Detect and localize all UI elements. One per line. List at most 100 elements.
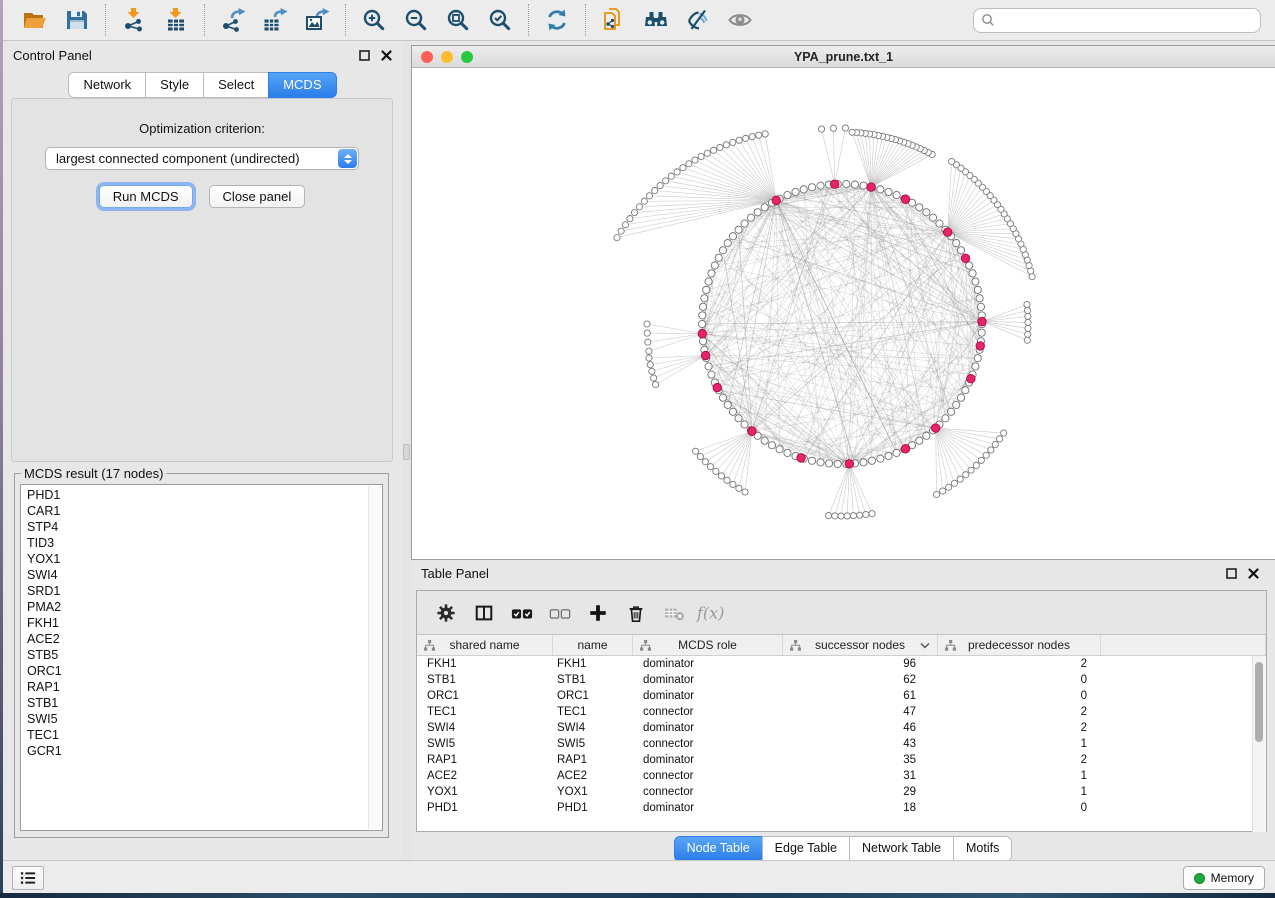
network-node[interactable] bbox=[1024, 307, 1030, 313]
close-icon[interactable] bbox=[1248, 568, 1259, 579]
network-node[interactable] bbox=[834, 460, 841, 467]
network-hub-node[interactable] bbox=[748, 427, 756, 435]
network-hub-node[interactable] bbox=[701, 351, 709, 359]
network-node[interactable] bbox=[877, 455, 884, 462]
network-node[interactable] bbox=[969, 270, 976, 277]
network-node[interactable] bbox=[1001, 430, 1007, 436]
network-node[interactable] bbox=[885, 452, 892, 459]
mcds-result-item[interactable]: TEC1 bbox=[27, 727, 366, 743]
network-node[interactable] bbox=[953, 240, 960, 247]
network-hub-node[interactable] bbox=[967, 375, 975, 383]
table-settings-button[interactable] bbox=[427, 594, 465, 632]
network-node[interactable] bbox=[768, 442, 775, 449]
network-node[interactable] bbox=[704, 150, 710, 156]
network-node[interactable] bbox=[647, 362, 653, 368]
tab-node-table[interactable]: Node Table bbox=[674, 836, 763, 862]
network-node[interactable] bbox=[850, 513, 856, 519]
mcds-result-list[interactable]: PHD1CAR1STP4TID3YOX1SWI4SRD1PMA2FKH1ACE2… bbox=[20, 484, 383, 831]
mcds-result-item[interactable]: ORC1 bbox=[27, 663, 366, 679]
network-hub-node[interactable] bbox=[713, 383, 721, 391]
network-hub-node[interactable] bbox=[830, 180, 838, 188]
select-all-rows-button[interactable] bbox=[503, 594, 541, 632]
network-node[interactable] bbox=[973, 462, 979, 468]
network-node[interactable] bbox=[631, 210, 637, 216]
network-node[interactable] bbox=[718, 473, 724, 479]
network-node[interactable] bbox=[923, 209, 930, 216]
network-node[interactable] bbox=[761, 204, 768, 211]
network-node[interactable] bbox=[708, 270, 715, 277]
network-node[interactable] bbox=[949, 158, 955, 164]
network-node[interactable] bbox=[976, 295, 983, 302]
network-node[interactable] bbox=[974, 286, 981, 293]
network-node[interactable] bbox=[699, 303, 706, 310]
split-pane-grip[interactable] bbox=[403, 444, 410, 460]
network-node[interactable] bbox=[708, 371, 715, 378]
network-node[interactable] bbox=[929, 214, 936, 221]
network-node[interactable] bbox=[978, 457, 984, 463]
network-node[interactable] bbox=[885, 188, 892, 195]
network-node[interactable] bbox=[762, 131, 768, 137]
network-node[interactable] bbox=[877, 186, 884, 193]
tab-motifs[interactable]: Motifs bbox=[953, 836, 1012, 862]
network-node[interactable] bbox=[724, 240, 731, 247]
optimization-criterion-select[interactable]: largest connected component (undirected) bbox=[45, 147, 359, 170]
open-session-button[interactable] bbox=[14, 2, 56, 38]
network-node[interactable] bbox=[699, 338, 706, 345]
network-node[interactable] bbox=[724, 477, 730, 483]
network-node[interactable] bbox=[966, 262, 973, 269]
import-table-button[interactable] bbox=[155, 2, 197, 38]
tab-edge-table[interactable]: Edge Table bbox=[762, 836, 850, 862]
network-node[interactable] bbox=[703, 286, 710, 293]
table-row[interactable]: SWI4SWI4dominator462 bbox=[417, 720, 1266, 736]
network-node[interactable] bbox=[825, 460, 832, 467]
network-node[interactable] bbox=[808, 184, 815, 191]
network-node[interactable] bbox=[947, 408, 954, 415]
network-node[interactable] bbox=[756, 132, 762, 138]
network-node[interactable] bbox=[784, 191, 791, 198]
float-window-icon[interactable] bbox=[1226, 568, 1237, 579]
network-node[interactable] bbox=[951, 480, 957, 486]
network-node[interactable] bbox=[724, 401, 731, 408]
tab-network-table[interactable]: Network Table bbox=[849, 836, 954, 862]
network-node[interactable] bbox=[817, 459, 824, 466]
network-node[interactable] bbox=[893, 191, 900, 198]
network-hub-node[interactable] bbox=[978, 317, 986, 325]
zoom-in-button[interactable] bbox=[353, 2, 395, 38]
mcds-result-item[interactable]: SRD1 bbox=[27, 583, 366, 599]
table-row[interactable]: YOX1YOX1connector291 bbox=[417, 784, 1266, 800]
network-node[interactable] bbox=[717, 144, 723, 150]
mcds-result-item[interactable]: STB1 bbox=[27, 695, 366, 711]
tab-mcds[interactable]: MCDS bbox=[268, 72, 336, 98]
close-panel-button[interactable]: Close panel bbox=[209, 185, 306, 208]
network-node[interactable] bbox=[697, 453, 703, 459]
network-node[interactable] bbox=[705, 363, 712, 370]
mcds-result-item[interactable]: SWI5 bbox=[27, 711, 366, 727]
network-node[interactable] bbox=[686, 161, 692, 167]
network-node[interactable] bbox=[978, 329, 985, 336]
refresh-layout-button[interactable] bbox=[536, 2, 578, 38]
network-node[interactable] bbox=[992, 441, 998, 447]
network-node[interactable] bbox=[652, 381, 658, 387]
table-row[interactable]: FKH1FKH1dominator962 bbox=[417, 656, 1266, 672]
network-node[interactable] bbox=[719, 394, 726, 401]
network-node[interactable] bbox=[1025, 331, 1031, 337]
find-button[interactable] bbox=[635, 2, 677, 38]
network-hub-node[interactable] bbox=[976, 342, 984, 350]
network-node[interactable] bbox=[741, 220, 748, 227]
network-node[interactable] bbox=[644, 330, 650, 336]
network-node[interactable] bbox=[826, 512, 832, 518]
network-node[interactable] bbox=[729, 408, 736, 415]
network-node[interactable] bbox=[735, 415, 742, 422]
network-node[interactable] bbox=[713, 468, 719, 474]
network-node[interactable] bbox=[705, 278, 712, 285]
network-node[interactable] bbox=[680, 165, 686, 171]
deselect-all-rows-button[interactable] bbox=[541, 594, 579, 632]
network-node[interactable] bbox=[730, 139, 736, 145]
export-table-button[interactable] bbox=[254, 2, 296, 38]
network-node[interactable] bbox=[650, 375, 656, 381]
network-node[interactable] bbox=[742, 489, 748, 495]
network-node[interactable] bbox=[957, 247, 964, 254]
network-node[interactable] bbox=[741, 421, 748, 428]
network-node[interactable] bbox=[997, 436, 1003, 442]
mcds-result-item[interactable]: ACE2 bbox=[27, 631, 366, 647]
